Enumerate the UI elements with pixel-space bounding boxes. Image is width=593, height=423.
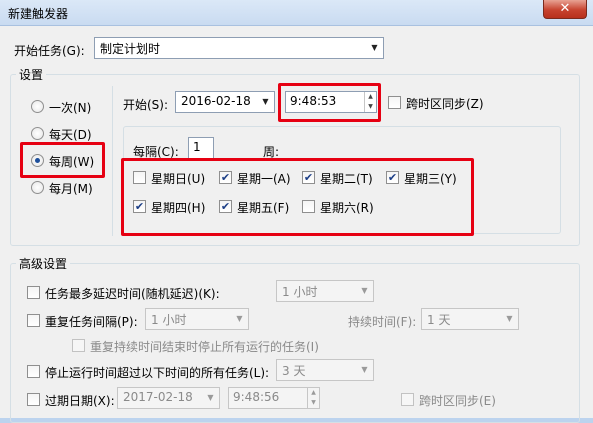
delay-select[interactable]: 1 小时 ▼ [276,280,374,302]
repeat-interval-select[interactable]: 1 小时 ▼ [145,308,249,330]
sync-timezone-label: 跨时区同步(Z) [406,97,484,111]
duration-label: 持续时间(F): [348,315,417,329]
chevron-down-icon: ▼ [371,43,378,52]
stop-long-checkbox[interactable] [27,365,40,378]
stop-long-select[interactable]: 3 天 ▼ [276,359,374,381]
delay-checkbox[interactable] [27,286,40,299]
stop-all-checkbox[interactable] [72,339,85,352]
radio-once-label: 一次(N) [49,101,92,115]
duration-value: 1 天 [427,313,451,327]
close-icon: ✕ [559,1,571,16]
start-task-select[interactable]: 制定计划时 ▼ [94,37,384,59]
radio-daily-label: 每天(D) [49,128,92,142]
start-task-value: 制定计划时 [100,42,161,56]
duration-select[interactable]: 1 天 ▼ [421,308,519,330]
delay-label: 任务最多延迟时间(随机延迟)(K): [45,287,220,301]
chevron-down-icon: ▼ [262,97,269,106]
stop-long-label: 停止运行时间超过以下时间的所有任务(L): [45,366,270,380]
chevron-down-icon: ▼ [236,314,243,323]
start-date-value: 2016-02-18 [181,94,251,108]
highlight-start-time [278,83,381,122]
spin-up-icon[interactable]: ▲ [308,388,319,398]
settings-group-title: 设置 [16,66,47,83]
every-weeks-input[interactable]: 1 [188,137,214,159]
highlight-weekly [20,142,105,178]
new-trigger-dialog: 新建触发器 ✕ 开始任务(G): 制定计划时 ▼ 设置 一次(N) 每天(D) … [0,0,593,423]
every-weeks-value: 1 [193,140,201,154]
stop-all-label: 重复持续时间结束时停止所有运行的任务(I) [90,340,319,354]
sync-timezone-checkbox[interactable] [388,96,401,109]
radio-monthly[interactable] [31,181,44,194]
radio-daily[interactable] [31,127,44,140]
spin-down-icon[interactable]: ▼ [308,398,319,408]
expire-time-field[interactable]: 9:48:56 ▲ ▼ [228,387,320,409]
chevron-down-icon: ▼ [207,393,214,402]
expire-time-value: 9:48:56 [233,390,280,404]
chevron-down-icon: ▼ [361,286,368,295]
expire-label: 过期日期(X): [45,394,115,408]
time-spinner[interactable]: ▲ ▼ [307,388,319,408]
stop-long-value: 3 天 [282,364,306,378]
advanced-group-title: 高级设置 [16,255,71,272]
radio-monthly-label: 每月(M) [49,182,93,196]
expire-sync-checkbox[interactable] [401,393,414,406]
expire-sync-label: 跨时区同步(E) [419,394,496,408]
expire-date-value: 2017-02-18 [123,390,193,404]
chevron-down-icon: ▼ [361,365,368,374]
settings-separator [112,86,113,236]
start-date-picker[interactable]: 2016-02-18 ▼ [175,91,275,113]
expire-checkbox[interactable] [27,393,40,406]
radio-once[interactable] [31,100,44,113]
title-bar: 新建触发器 ✕ [0,0,593,26]
close-button[interactable]: ✕ [543,0,587,19]
window-title: 新建触发器 [8,7,69,21]
highlight-days [121,158,474,236]
repeat-interval-value: 1 小时 [151,313,187,327]
chevron-down-icon: ▼ [506,314,513,323]
repeat-checkbox[interactable] [27,314,40,327]
repeat-label: 重复任务间隔(P): [45,315,138,329]
delay-value: 1 小时 [282,285,318,299]
expire-date-picker[interactable]: 2017-02-18 ▼ [117,387,220,409]
start-task-label: 开始任务(G): [14,44,85,58]
start-label: 开始(S): [123,98,169,112]
